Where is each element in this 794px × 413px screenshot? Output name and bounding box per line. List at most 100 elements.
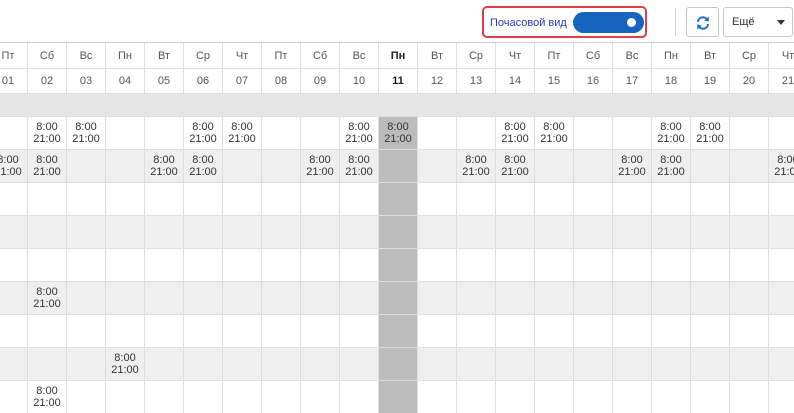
schedule-cell[interactable]: 8:0021:00 (28, 117, 67, 150)
schedule-cell[interactable]: 8:0021:00 (652, 150, 691, 183)
schedule-cell[interactable]: 8:0021:00 (535, 117, 574, 150)
schedule-cell[interactable] (691, 282, 730, 315)
day-number-header[interactable]: 16 (574, 69, 613, 94)
schedule-cell[interactable] (28, 315, 67, 348)
schedule-cell[interactable] (340, 315, 379, 348)
schedule-cell[interactable] (301, 117, 340, 150)
schedule-cell[interactable] (418, 315, 457, 348)
day-number-header[interactable]: 14 (496, 69, 535, 94)
more-menu-button[interactable]: Ещё (723, 7, 793, 37)
schedule-cell[interactable] (262, 150, 301, 183)
schedule-cell[interactable] (301, 249, 340, 282)
schedule-cell[interactable] (535, 150, 574, 183)
schedule-cell[interactable] (730, 216, 769, 249)
schedule-cell[interactable] (613, 381, 652, 413)
schedule-cell[interactable] (145, 183, 184, 216)
schedule-cell[interactable] (67, 282, 106, 315)
weekday-header[interactable]: Чт (223, 43, 262, 69)
schedule-cell[interactable] (0, 315, 28, 348)
schedule-cell[interactable] (652, 315, 691, 348)
schedule-cell[interactable] (0, 183, 28, 216)
hourly-view-toggle[interactable] (573, 12, 644, 33)
schedule-cell[interactable] (652, 381, 691, 413)
schedule-cell[interactable] (730, 117, 769, 150)
schedule-cell[interactable] (184, 183, 223, 216)
weekday-header[interactable]: Пт (0, 43, 28, 69)
schedule-cell[interactable] (223, 249, 262, 282)
schedule-cell[interactable] (145, 216, 184, 249)
schedule-cell[interactable] (730, 183, 769, 216)
schedule-cell[interactable] (0, 282, 28, 315)
schedule-cell[interactable] (613, 348, 652, 381)
schedule-cell[interactable] (301, 183, 340, 216)
schedule-cell[interactable] (769, 348, 794, 381)
schedule-cell[interactable] (730, 381, 769, 413)
schedule-cell[interactable] (496, 216, 535, 249)
weekday-header[interactable]: Ср (730, 43, 769, 69)
schedule-cell[interactable] (262, 315, 301, 348)
schedule-cell[interactable] (301, 216, 340, 249)
weekday-header[interactable]: Пн (379, 43, 418, 69)
schedule-cell[interactable] (496, 381, 535, 413)
schedule-cell[interactable]: 8:0021:00 (223, 117, 262, 150)
schedule-cell[interactable] (652, 249, 691, 282)
schedule-cell[interactable] (379, 348, 418, 381)
schedule-cell[interactable]: 8:0021:00 (340, 150, 379, 183)
day-number-header[interactable]: 11 (379, 69, 418, 94)
schedule-cell[interactable] (691, 348, 730, 381)
schedule-cell[interactable] (184, 348, 223, 381)
schedule-cell[interactable]: 8:0021:00 (496, 150, 535, 183)
schedule-cell[interactable] (145, 381, 184, 413)
weekday-header[interactable]: Ср (457, 43, 496, 69)
schedule-cell[interactable] (496, 348, 535, 381)
schedule-cell[interactable] (0, 216, 28, 249)
day-number-header[interactable]: 09 (301, 69, 340, 94)
schedule-cell[interactable] (223, 216, 262, 249)
weekday-header[interactable]: Пт (262, 43, 301, 69)
schedule-cell[interactable] (769, 216, 794, 249)
day-number-header[interactable]: 17 (613, 69, 652, 94)
schedule-cell[interactable] (574, 150, 613, 183)
schedule-cell[interactable] (535, 348, 574, 381)
schedule-cell[interactable] (262, 183, 301, 216)
schedule-cell[interactable] (535, 183, 574, 216)
schedule-cell[interactable] (301, 315, 340, 348)
schedule-cell[interactable] (223, 348, 262, 381)
schedule-cell[interactable] (457, 216, 496, 249)
schedule-cell[interactable] (730, 249, 769, 282)
schedule-cell[interactable] (574, 216, 613, 249)
schedule-cell[interactable] (67, 348, 106, 381)
schedule-cell[interactable] (262, 249, 301, 282)
schedule-cell[interactable] (457, 282, 496, 315)
schedule-cell[interactable] (0, 117, 28, 150)
schedule-cell[interactable] (457, 117, 496, 150)
schedule-cell[interactable] (652, 216, 691, 249)
schedule-cell[interactable]: 8:0021:00 (184, 150, 223, 183)
weekday-header[interactable]: Вт (418, 43, 457, 69)
schedule-cell[interactable]: 8:0021:00 (28, 282, 67, 315)
schedule-cell[interactable] (184, 381, 223, 413)
day-number-header[interactable]: 04 (106, 69, 145, 94)
schedule-cell[interactable] (379, 315, 418, 348)
schedule-cell[interactable]: 8:0021:00 (106, 348, 145, 381)
schedule-cell[interactable] (379, 183, 418, 216)
schedule-cell[interactable] (613, 117, 652, 150)
schedule-cell[interactable] (67, 183, 106, 216)
schedule-cell[interactable] (223, 150, 262, 183)
schedule-cell[interactable] (262, 348, 301, 381)
day-number-header[interactable]: 06 (184, 69, 223, 94)
schedule-cell[interactable] (535, 315, 574, 348)
schedule-cell[interactable] (652, 183, 691, 216)
schedule-cell[interactable] (613, 249, 652, 282)
schedule-cell[interactable] (457, 183, 496, 216)
schedule-cell[interactable] (574, 348, 613, 381)
schedule-cell[interactable] (184, 282, 223, 315)
schedule-cell[interactable] (457, 315, 496, 348)
schedule-cell[interactable] (262, 117, 301, 150)
schedule-cell[interactable] (0, 249, 28, 282)
schedule-cell[interactable]: 8:0021:00 (496, 117, 535, 150)
schedule-cell[interactable]: 8:0021:00 (340, 117, 379, 150)
weekday-header[interactable]: Пт (535, 43, 574, 69)
schedule-cell[interactable] (67, 249, 106, 282)
schedule-cell[interactable] (262, 282, 301, 315)
